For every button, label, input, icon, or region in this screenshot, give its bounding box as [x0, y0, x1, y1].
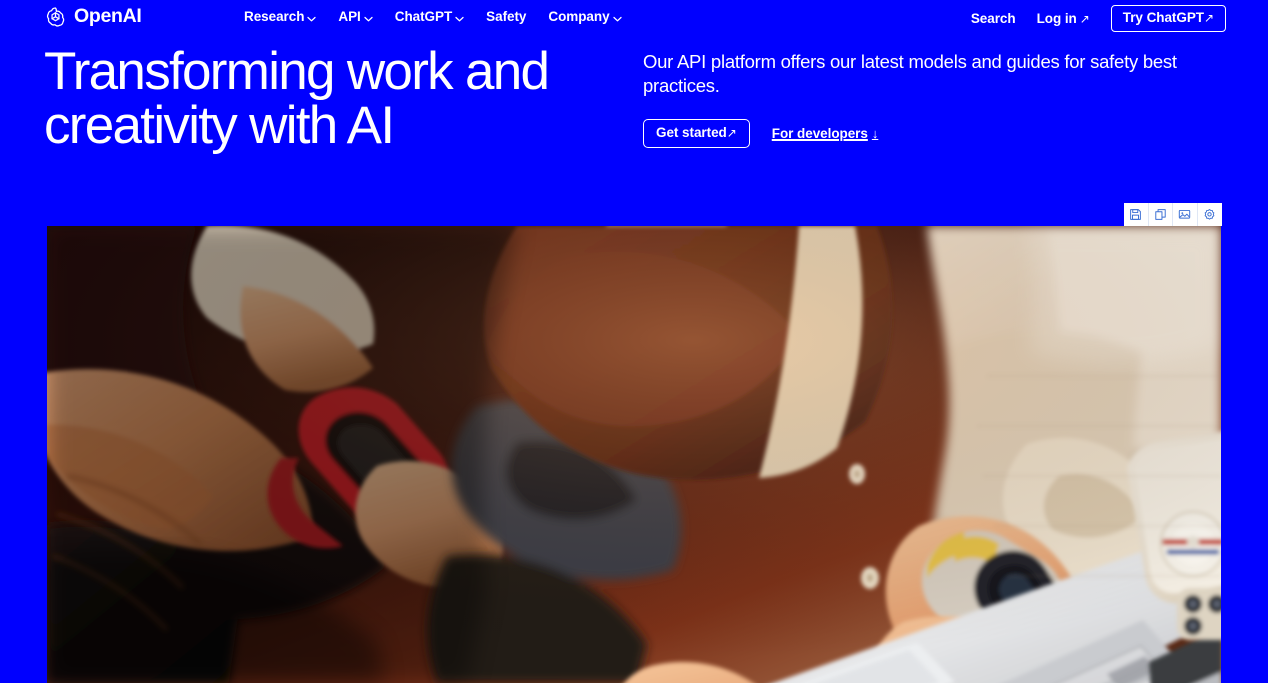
- nav-item-label: Research: [244, 9, 305, 24]
- chevron-down-icon: [612, 11, 622, 25]
- copy-icon: [1154, 208, 1167, 221]
- hero-title-line-1: Transforming work and: [44, 42, 550, 101]
- nav-item-label: Safety: [486, 9, 527, 24]
- settings-button[interactable]: [1197, 203, 1222, 226]
- save-icon: [1129, 208, 1142, 221]
- nav-item-api[interactable]: API: [338, 9, 373, 25]
- hero-description: Our API platform offers our latest model…: [643, 51, 1177, 96]
- page-title: Transforming work and creativity with AI: [44, 45, 624, 153]
- nav-item-safety[interactable]: Safety: [486, 10, 526, 24]
- arrow-down-icon: ↓: [871, 125, 879, 141]
- nav-item-chatgpt[interactable]: ChatGPT: [395, 9, 464, 25]
- image-button[interactable]: [1173, 203, 1198, 226]
- try-chatgpt-label: Try ChatGPT: [1122, 10, 1204, 25]
- hero-photo: [47, 226, 1221, 683]
- openai-logomark-icon: [44, 5, 67, 28]
- get-started-label: Get started: [656, 125, 727, 140]
- nav-item-label: API: [338, 9, 361, 24]
- chevron-down-icon: [307, 11, 317, 25]
- login-label: Log in: [1036, 10, 1077, 26]
- get-started-button[interactable]: Get started↗: [643, 119, 750, 148]
- nav-item-label: ChatGPT: [394, 9, 453, 24]
- hero-cta-group: Get started↗ For developers ↓: [643, 119, 1218, 148]
- copy-button[interactable]: [1148, 203, 1173, 226]
- nav-primary-links: Research API ChatGPT Safety Company: [244, 9, 622, 25]
- arrow-up-right-icon: ↗: [726, 126, 737, 140]
- image-icon: [1178, 208, 1191, 221]
- gear-icon: [1203, 208, 1216, 221]
- search-label: Search: [970, 10, 1016, 26]
- arrow-up-right-icon: ↗: [1079, 11, 1090, 26]
- nav-secondary-links: Search Log in ↗ Try ChatGPT↗: [971, 5, 1226, 32]
- brand-name: OpenAI: [74, 4, 142, 27]
- save-button[interactable]: [1124, 203, 1149, 226]
- hero-right-column: Our API platform offers our latest model…: [643, 50, 1218, 148]
- try-chatgpt-button[interactable]: Try ChatGPT↗: [1110, 5, 1226, 32]
- hero-section: Transforming work and creativity with AI…: [0, 42, 1268, 204]
- openai-logo-link[interactable]: OpenAI: [44, 5, 142, 28]
- nav-item-label: Company: [548, 9, 610, 24]
- nav-item-company[interactable]: Company: [548, 9, 622, 25]
- main-navigation: OpenAI Research API ChatGPT Safety Compa…: [0, 0, 1268, 34]
- for-developers-link[interactable]: For developers ↓: [771, 125, 879, 141]
- page-root: OpenAI Research API ChatGPT Safety Compa…: [0, 0, 1268, 683]
- hero-photo-image: [47, 226, 1221, 683]
- login-link[interactable]: Log in ↗: [1036, 10, 1090, 26]
- chevron-down-icon: [455, 11, 464, 25]
- search-button[interactable]: Search: [970, 10, 1016, 26]
- chevron-down-icon: [364, 11, 373, 25]
- arrow-up-right-icon: ↗: [1203, 11, 1214, 25]
- hero-title-line-2: creativity with AI: [44, 96, 395, 155]
- for-developers-label: For developers: [771, 125, 868, 141]
- nav-item-research[interactable]: Research: [244, 9, 317, 25]
- extension-toolbar: [1124, 203, 1222, 226]
